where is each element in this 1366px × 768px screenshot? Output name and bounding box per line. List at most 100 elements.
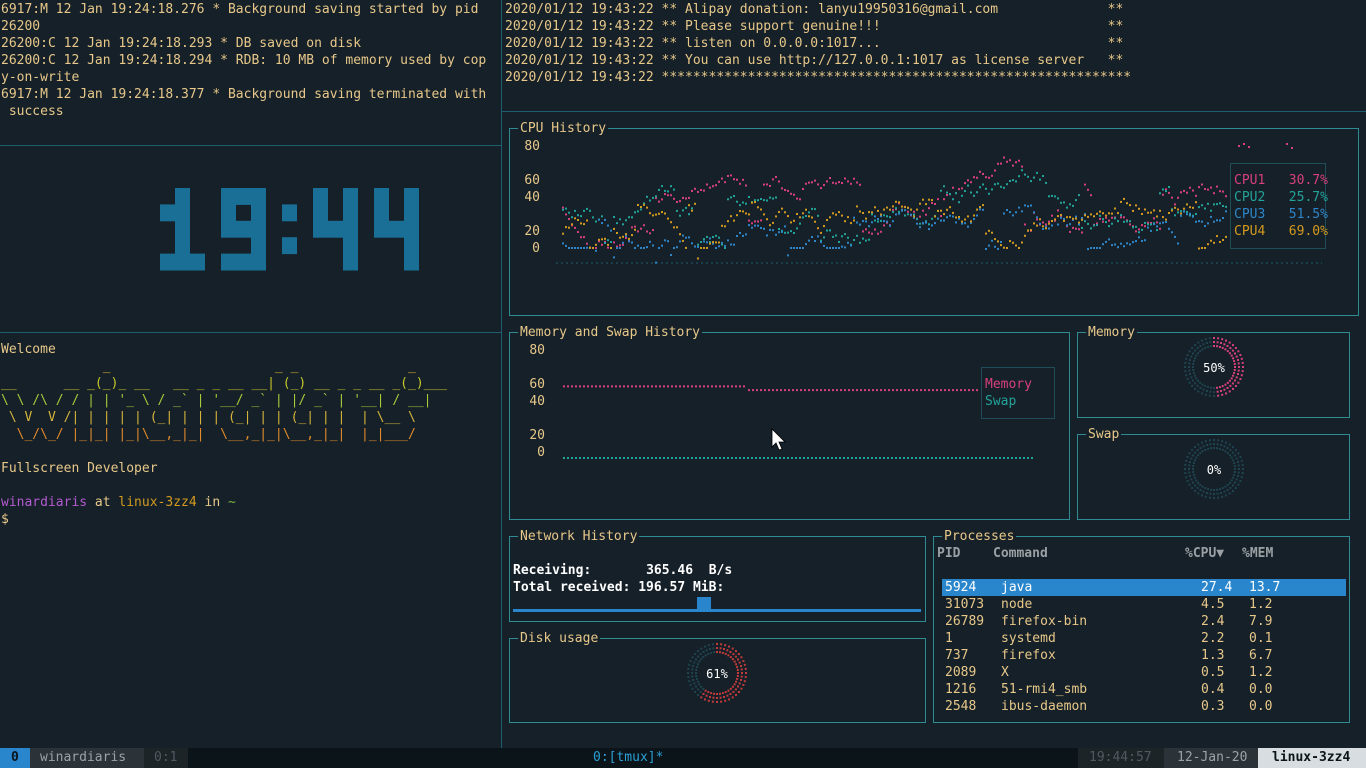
process-cpu: 4.5 (1201, 597, 1225, 612)
shell-pane[interactable]: Welcome _ _ _ _ __ __ _(_)_ __ __ _ _ __… (1, 341, 500, 541)
processes-panel: Processes PID Command %CPU▼ %MEM 5924 jav… (933, 528, 1350, 723)
y-tick-label: 0 (537, 445, 545, 460)
prompt-symbol: $ (1, 512, 9, 527)
log-line: 2020/01/12 19:43:22 ** You can use http:… (505, 53, 1124, 68)
ascii-line: \_/\_/ |_|_| |_|\__,_|_| \__,_|_|\__,_|_… (1, 427, 416, 442)
network-bar (513, 609, 921, 612)
cpu-trace-dot (1286, 143, 1288, 145)
shell-input-line[interactable]: $ (1, 511, 500, 528)
process-command: X (1001, 665, 1009, 680)
y-tick-label: 40 (529, 394, 545, 409)
session-name: winardiaris (40, 750, 127, 765)
clock-pane[interactable] (0, 146, 501, 332)
process-cpu: 0.3 (1201, 699, 1225, 714)
cpu-series-trace (562, 204, 1227, 264)
process-row[interactable]: 2548 ibus-daemon 0.3 0.0 (942, 698, 1346, 715)
prompt-at: at (87, 495, 119, 510)
process-mem: 7.9 (1249, 614, 1273, 629)
clock-digit (374, 188, 419, 271)
y-tick-label: 40 (524, 190, 540, 205)
y-tick-label: 0 (532, 241, 540, 256)
cpu-trace-dot (1238, 145, 1240, 147)
process-pid: 31073 (945, 597, 985, 612)
legend-item-cpu2: CPU2 25.7% (1234, 190, 1328, 205)
process-row[interactable]: 1 systemd 2.2 0.1 (942, 630, 1346, 647)
column-header-command[interactable]: Command (993, 545, 1048, 562)
cpu-series-trace (562, 197, 1227, 260)
redis-log-pane[interactable]: 6917:M 12 Jan 19:24:18.276 * Background … (1, 1, 500, 144)
clock-digit (160, 188, 205, 271)
cpu-legend: CPU1 30.7% CPU2 25.7% CPU3 51.5% CPU4 69… (1230, 163, 1328, 249)
mouse-cursor-icon (771, 428, 786, 451)
receiving-value: 365.46 B/s (646, 563, 733, 578)
panel-title: Processes (942, 528, 1017, 545)
swap-gauge-panel: Swap 0% (1077, 426, 1350, 520)
shell-prompt: winardiaris at linux-3zz4 in ~ (1, 494, 500, 511)
network-total: Total received: 196.57 MiB: (513, 579, 724, 596)
log-line: 2020/01/12 19:43:22 ********************… (505, 70, 1132, 85)
log-line: 2020/01/12 19:43:22 ** Please support ge… (505, 19, 1124, 34)
status-time: 19:44:57 (1089, 750, 1152, 765)
disk-usage-panel: Disk usage 61% (509, 630, 926, 723)
cpu-series-trace (562, 169, 1227, 249)
y-tick-label: 80 (524, 139, 540, 154)
column-header-cpu[interactable]: %CPU▼ (1185, 545, 1224, 562)
column-header-mem[interactable]: %MEM (1242, 545, 1273, 562)
status-host: linux-3zz4 (1272, 750, 1351, 765)
process-cpu: 27.4 (1201, 580, 1233, 595)
process-pid: 2089 (945, 665, 977, 680)
process-mem: 13.7 (1249, 580, 1281, 595)
column-header-pid[interactable]: PID (937, 545, 960, 562)
gauge-label: 0% (1207, 463, 1222, 477)
process-mem: 0.0 (1249, 682, 1273, 697)
ascii-banner: _ _ _ _ __ __ _(_)_ __ __ _ _ __ __| (_)… (1, 358, 500, 443)
process-row[interactable]: 26789 firefox-bin 2.4 7.9 (942, 613, 1346, 630)
log-line: y-on-write (1, 70, 80, 85)
prompt-host: linux-3zz4 (118, 495, 197, 510)
y-tick-label: 60 (524, 173, 540, 188)
horizontal-pane-divider[interactable] (502, 111, 1366, 112)
process-cpu: 1.3 (1201, 648, 1225, 663)
receiving-label: Receiving: (513, 563, 592, 578)
cpu-trace-dot (1248, 146, 1250, 148)
prompt-user: winardiaris (1, 495, 88, 510)
process-pid: 1 (945, 631, 953, 646)
process-command: java (1001, 580, 1033, 595)
ascii-line: _ _ _ _ (1, 359, 416, 374)
vertical-pane-divider[interactable] (501, 0, 502, 748)
network-receiving: Receiving: 365.46 B/s (513, 562, 732, 579)
ascii-line: __ __ _(_)_ __ __ _ _ __ __| (_) __ _ _ … (1, 376, 448, 391)
process-pid: 26789 (945, 614, 985, 629)
process-mem: 0.1 (1249, 631, 1273, 646)
process-row[interactable]: 5924 java 27.4 13.7 (942, 579, 1346, 596)
window-tab-left[interactable]: 0:1 (154, 749, 177, 766)
legend-item-cpu3: CPU3 51.5% (1234, 207, 1328, 222)
license-log-pane[interactable]: 2020/01/12 19:43:22 ** Alipay donation: … (505, 1, 1365, 110)
horizontal-pane-divider[interactable] (0, 332, 501, 333)
log-line: 2020/01/12 19:43:22 ** Alipay donation: … (505, 2, 1124, 17)
process-row[interactable]: 2089 X 0.5 1.2 (942, 664, 1346, 681)
total-value: 196.57 MiB: (638, 580, 725, 595)
process-row[interactable]: 737 firefox 1.3 6.7 (942, 647, 1346, 664)
log-line: 6917:M 12 Jan 19:24:18.377 * Background … (1, 87, 487, 102)
process-table-header: PID Command %CPU▼ %MEM (937, 545, 1347, 562)
status-date: 12-Jan-20 (1177, 750, 1248, 765)
prompt-in: in (196, 495, 228, 510)
network-spike (697, 597, 711, 610)
log-line: 26200:C 12 Jan 19:24:18.293 * DB saved o… (1, 36, 362, 51)
y-tick-label: 80 (529, 343, 545, 358)
legend-item-cpu1: CPU1 30.7% (1234, 173, 1328, 188)
gauge-label: 50% (1203, 361, 1225, 375)
memory-legend: Memory Swap (981, 367, 1055, 419)
disk-gauge: 61% (687, 643, 747, 703)
legend-item-memory: Memory (985, 377, 1032, 392)
process-pid: 2548 (945, 699, 977, 714)
clock-display (160, 188, 419, 271)
clock-digit (313, 188, 358, 271)
process-pid: 5924 (945, 580, 977, 595)
memory-gauge-panel: Memory 50% (1077, 324, 1350, 418)
process-row[interactable]: 1216 51-rmi4_smb 0.4 0.0 (942, 681, 1346, 698)
process-command: 51-rmi4_smb (1001, 682, 1088, 697)
window-tab-active[interactable]: 0:[tmux]* (593, 749, 663, 766)
process-row[interactable]: 31073 node 4.5 1.2 (942, 596, 1346, 613)
